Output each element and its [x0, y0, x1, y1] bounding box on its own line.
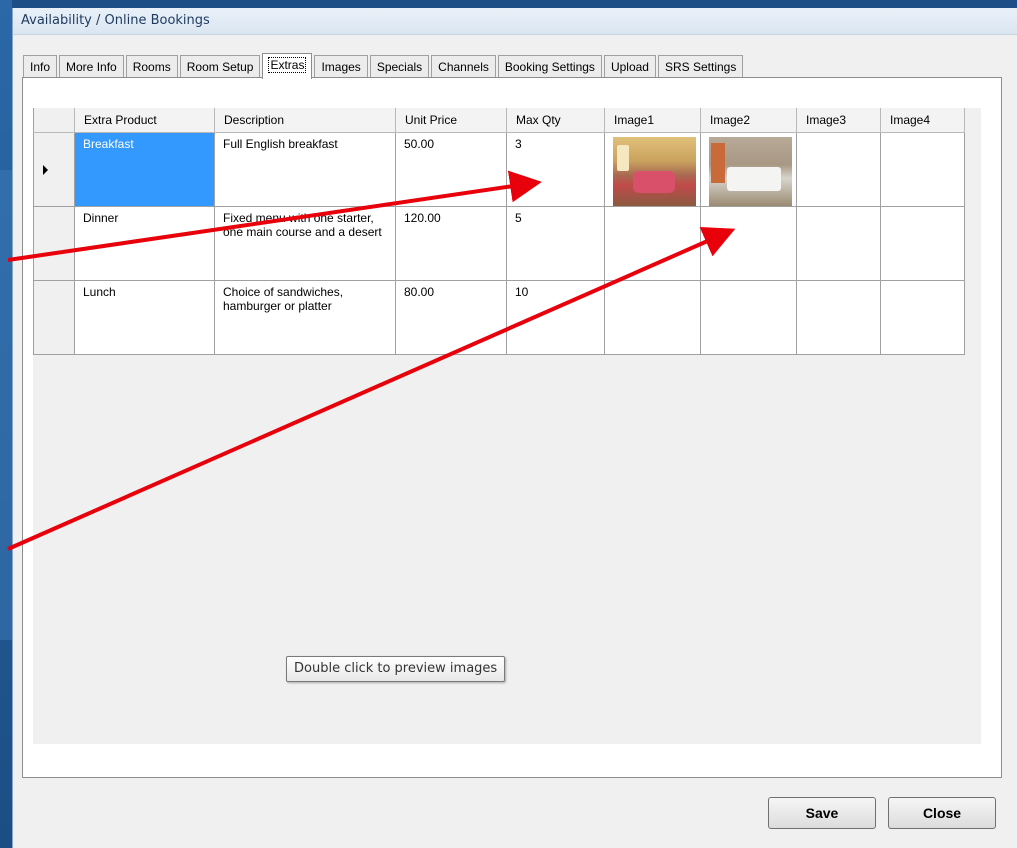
tab-label: Images: [321, 60, 361, 74]
desktop-strip: [0, 170, 12, 640]
tab-label: SRS Settings: [664, 60, 737, 74]
tab-label: More Info: [66, 60, 117, 74]
save-button[interactable]: Save: [768, 797, 876, 829]
tab-rooms[interactable]: Rooms: [125, 55, 178, 78]
cell-unit-price[interactable]: 80.00: [395, 280, 507, 355]
column-header[interactable]: Extra Product: [74, 108, 215, 133]
column-header[interactable]: Description: [214, 108, 396, 133]
tab-extras[interactable]: Extras: [262, 53, 313, 79]
cell-max-qty[interactable]: 10: [506, 280, 605, 355]
column-header[interactable]: Image2: [700, 108, 797, 133]
cell-image3[interactable]: [796, 132, 881, 207]
cell-product[interactable]: Lunch: [74, 280, 215, 355]
tab-channels[interactable]: Channels: [431, 55, 496, 78]
extras-panel: Extra Product Description Unit Price Max…: [22, 77, 1002, 778]
row-header[interactable]: [33, 206, 75, 281]
bedroom-photo-thumbnail[interactable]: [709, 137, 792, 206]
cell-image1[interactable]: [604, 132, 701, 207]
cell-description[interactable]: Fixed menu with one starter, one main co…: [214, 206, 396, 281]
table-row[interactable]: Dinner Fixed menu with one starter, one …: [33, 206, 965, 281]
cell-unit-price[interactable]: 50.00: [395, 132, 507, 207]
column-header[interactable]: Unit Price: [395, 108, 507, 133]
cell-image2[interactable]: [700, 132, 797, 207]
current-row-arrow-icon: [43, 165, 48, 175]
tab-images[interactable]: Images: [314, 55, 368, 78]
row-header[interactable]: [33, 280, 75, 355]
tab-label: Booking Settings: [504, 60, 595, 74]
tab-srs-settings[interactable]: SRS Settings: [657, 55, 744, 78]
tab-booking-settings[interactable]: Booking Settings: [497, 55, 602, 78]
tab-info[interactable]: Info: [23, 55, 58, 78]
room-photo-thumbnail[interactable]: [613, 137, 696, 206]
preview-tooltip: Double click to preview images: [286, 656, 506, 682]
cell-image1[interactable]: [604, 206, 701, 281]
cell-description[interactable]: Full English breakfast: [214, 132, 396, 207]
cell-image4[interactable]: [880, 280, 965, 355]
row-header-corner: [33, 108, 75, 133]
cell-product[interactable]: Breakfast: [74, 132, 215, 207]
window-title: Availability / Online Bookings: [13, 8, 1017, 35]
cell-image1[interactable]: [604, 280, 701, 355]
tab-strip: Info More Info Rooms Room Setup Extras I…: [23, 53, 745, 79]
tab-label: Rooms: [132, 60, 171, 74]
cell-image3[interactable]: [796, 206, 881, 281]
cell-image3[interactable]: [796, 280, 881, 355]
cell-image4[interactable]: [880, 132, 965, 207]
column-header[interactable]: Image3: [796, 108, 881, 133]
cell-max-qty[interactable]: 3: [506, 132, 605, 207]
cell-image2[interactable]: [700, 280, 797, 355]
cell-max-qty[interactable]: 5: [506, 206, 605, 281]
table-row[interactable]: Lunch Choice of sandwiches, hamburger or…: [33, 280, 965, 355]
tab-label: Specials: [376, 60, 423, 74]
cell-description[interactable]: Choice of sandwiches, hamburger or platt…: [214, 280, 396, 355]
column-header[interactable]: Image4: [880, 108, 965, 133]
tab-specials[interactable]: Specials: [369, 55, 430, 78]
column-header[interactable]: Max Qty: [506, 108, 605, 133]
extras-grid: Extra Product Description Unit Price Max…: [33, 108, 965, 355]
tab-room-setup[interactable]: Room Setup: [179, 55, 261, 78]
cell-image4[interactable]: [880, 206, 965, 281]
desktop-background: [0, 0, 12, 848]
tab-label: Upload: [610, 60, 649, 74]
column-header[interactable]: Image1: [604, 108, 701, 133]
tab-label: Extras: [268, 57, 307, 73]
close-button[interactable]: Close: [888, 797, 996, 829]
tab-label: Channels: [438, 60, 489, 74]
row-header-current[interactable]: [33, 132, 75, 207]
extras-grid-area: Extra Product Description Unit Price Max…: [33, 108, 981, 744]
tab-label: Room Setup: [186, 60, 254, 74]
cell-product[interactable]: Dinner: [74, 206, 215, 281]
cell-unit-price[interactable]: 120.00: [395, 206, 507, 281]
table-row[interactable]: Breakfast Full English breakfast 50.00 3: [33, 132, 965, 207]
cell-image2[interactable]: [700, 206, 797, 281]
tab-label: Info: [30, 60, 51, 74]
grid-header-row: Extra Product Description Unit Price Max…: [33, 108, 965, 133]
tab-upload[interactable]: Upload: [603, 55, 656, 78]
tab-more-info[interactable]: More Info: [59, 55, 124, 78]
